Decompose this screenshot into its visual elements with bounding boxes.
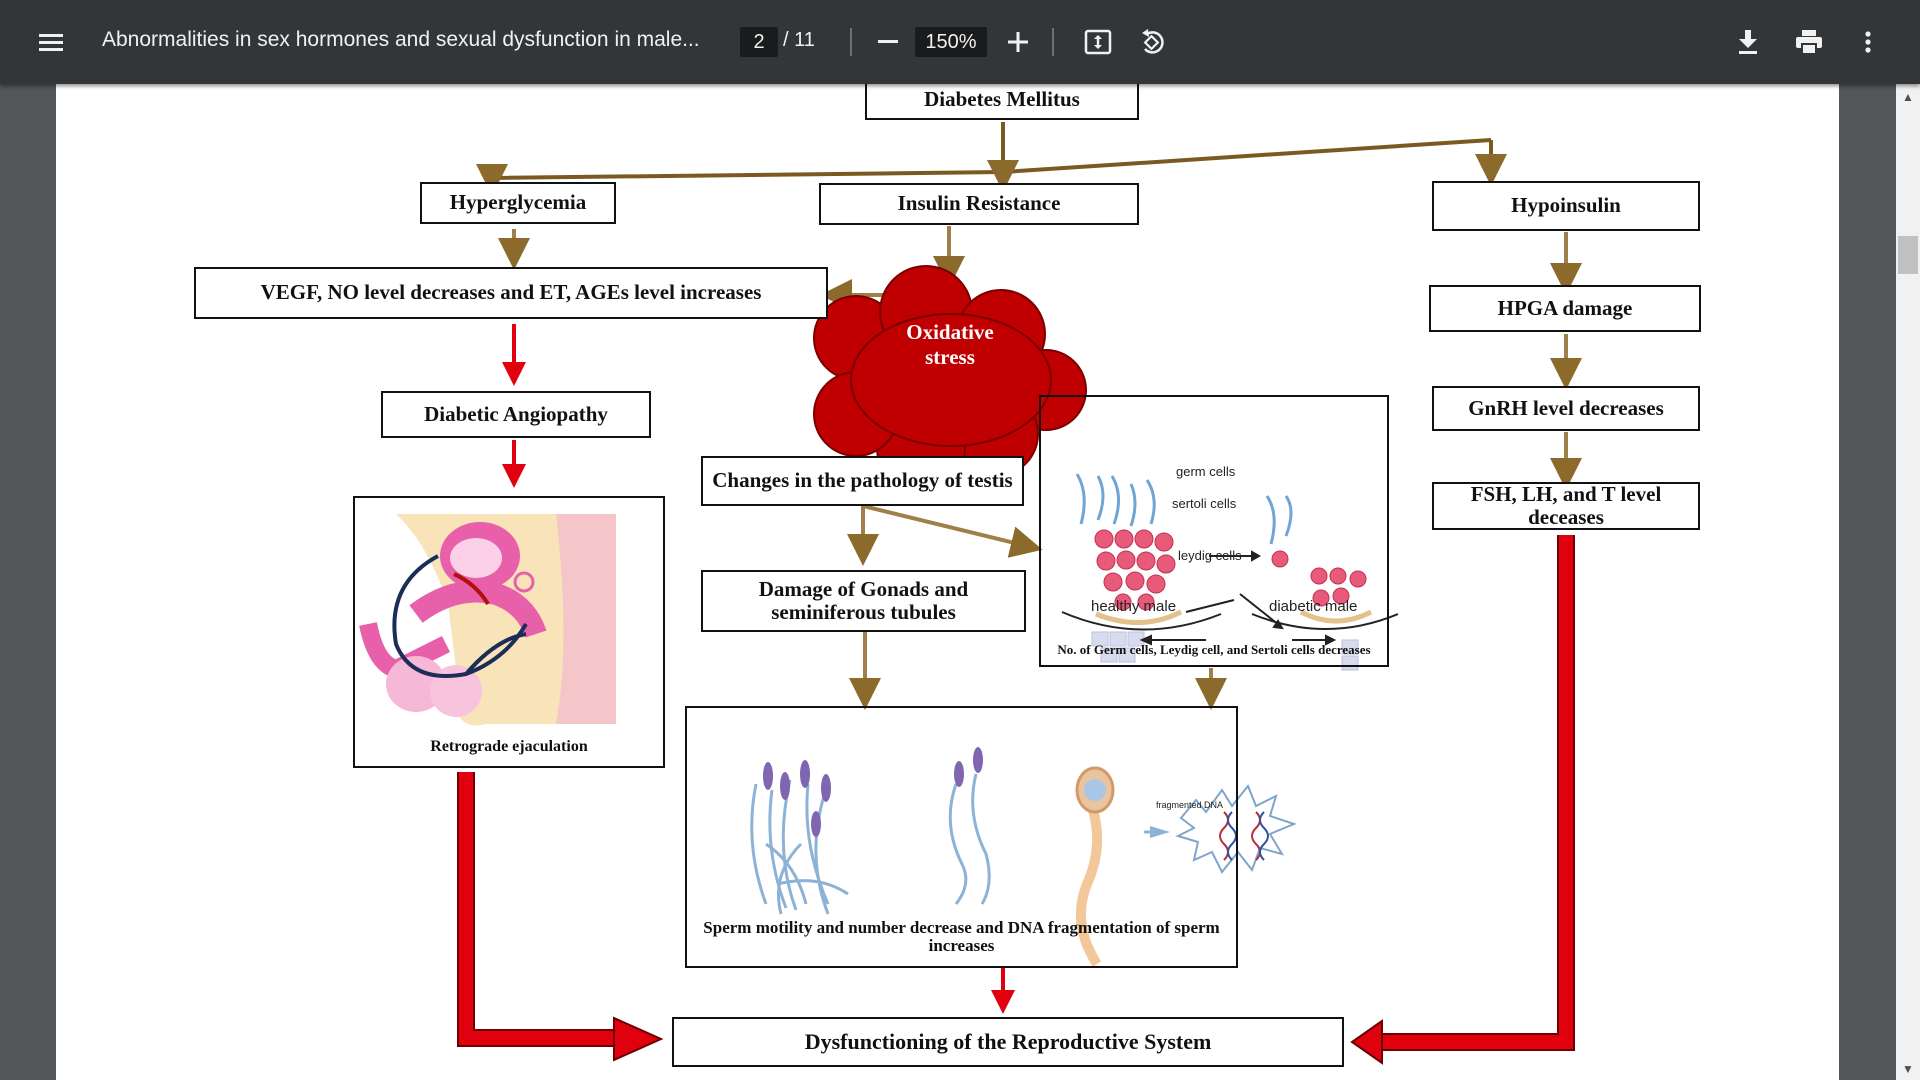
toolbar-divider [1052, 28, 1054, 56]
download-button[interactable] [1728, 22, 1768, 62]
retrograde-ejaculation-panel: Retrograde ejaculation [353, 496, 665, 768]
minus-icon [878, 40, 898, 43]
reproductive-dysfunction-box: Dysfunctioning of the Reproductive Syste… [672, 1017, 1344, 1067]
zoom-in-button[interactable] [998, 22, 1038, 62]
scroll-down-arrow-icon[interactable]: ▼ [1902, 1062, 1914, 1076]
rotate-button[interactable] [1131, 20, 1175, 64]
zoom-level-input[interactable]: 150% [915, 27, 987, 57]
diabetic-male-label: diabetic male [1269, 598, 1358, 615]
toolbar-divider [850, 28, 852, 56]
gnrh-box: GnRH level decreases [1432, 386, 1700, 431]
sperm-panel: Sperm motility and number decrease and D… [685, 706, 1238, 968]
print-button[interactable] [1787, 22, 1831, 62]
hypoinsulin-box: Hypoinsulin [1432, 181, 1700, 231]
cells-caption: No. of Germ cells, Leydig cell, and Sert… [1057, 641, 1371, 657]
pdf-page: Diabetes Mellitus Hyperglycemia Insulin … [56, 80, 1839, 1080]
more-actions-button[interactable] [1850, 22, 1886, 62]
pdf-toolbar: Abnormalities in sex hormones and sexual… [0, 0, 1920, 84]
sertoli-cells-label: sertoli cells [1172, 496, 1237, 511]
testis-pathology-box: Changes in the pathology of testis [701, 456, 1024, 506]
more-vert-icon [1865, 31, 1871, 53]
diabetic-angiopathy-box: Diabetic Angiopathy [381, 391, 651, 438]
menu-button[interactable] [28, 22, 74, 62]
page-total: / 11 [783, 29, 815, 51]
vegf-box: VEGF, NO level decreases and ET, AGEs le… [194, 267, 828, 319]
leydig-cells-label: leydig cells [1178, 548, 1242, 563]
retrograde-ejaculation-caption: Retrograde ejaculation [430, 738, 588, 756]
plus-icon [1008, 32, 1028, 52]
hyperglycemia-box: Hyperglycemia [420, 182, 616, 224]
page-number-input[interactable]: 2 [740, 27, 778, 57]
diabetes-mellitus-box: Diabetes Mellitus [865, 80, 1139, 120]
scrollbar-thumb[interactable] [1898, 236, 1918, 274]
testis-cells-panel: No. of Germ cells, Leydig cell, and Sert… [1039, 395, 1389, 667]
download-icon [1739, 30, 1757, 54]
fit-page-icon [1084, 29, 1112, 55]
print-icon [1796, 30, 1822, 54]
fragmented-dna-label: fragmented DNA [1156, 800, 1224, 810]
fit-to-page-button[interactable] [1078, 22, 1118, 62]
rotate-icon [1142, 29, 1164, 54]
menu-icon [39, 34, 63, 51]
gonads-damage-box: Damage of Gonads and seminiferous tubule… [701, 570, 1026, 632]
document-title: Abnormalities in sex hormones and sexual… [102, 28, 700, 51]
sperm-caption: Sperm motility and number decrease and D… [703, 917, 1220, 956]
scroll-up-arrow-icon[interactable]: ▲ [1902, 90, 1914, 104]
oxidative-stress-label: Oxidative stress [906, 320, 994, 370]
vertical-scrollbar[interactable] [1896, 84, 1920, 1080]
zoom-out-button[interactable] [868, 22, 908, 62]
hpga-damage-box: HPGA damage [1429, 285, 1701, 332]
healthy-male-label: healthy male [1091, 598, 1177, 615]
insulin-resistance-box: Insulin Resistance [819, 183, 1139, 225]
fsh-lh-t-box: FSH, LH, and T level deceases [1432, 482, 1700, 530]
germ-cells-label: germ cells [1176, 464, 1236, 479]
